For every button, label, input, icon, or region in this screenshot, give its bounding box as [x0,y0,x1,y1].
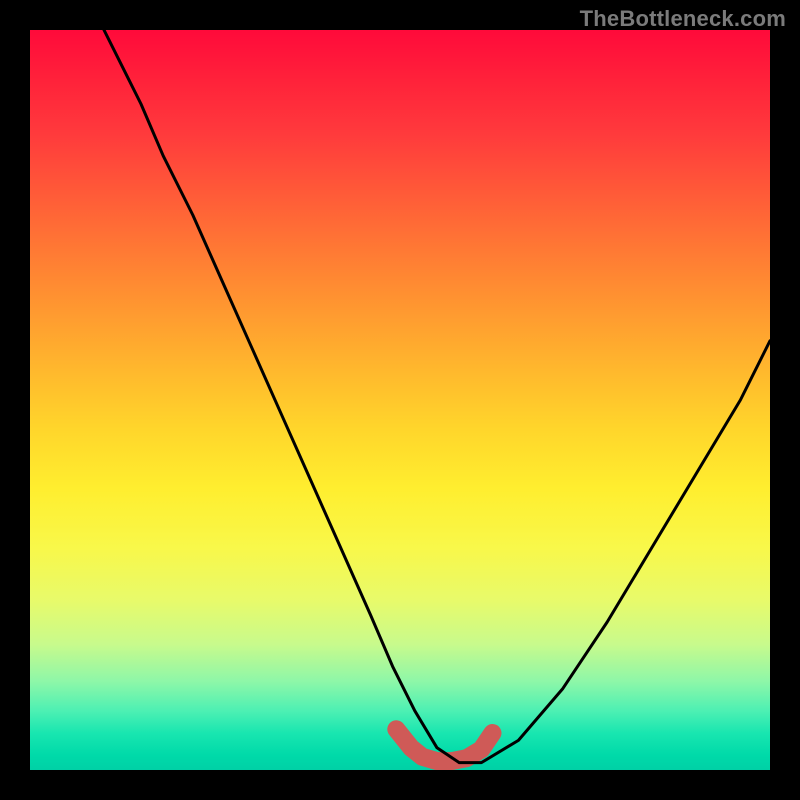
valley-marker [396,729,492,761]
chart-frame: TheBottleneck.com [0,0,800,800]
marker-layer [396,729,492,761]
bottleneck-curve [104,30,770,763]
plot-area [30,30,770,770]
curve-svg [30,30,770,770]
curve-layer [104,30,770,763]
watermark-text: TheBottleneck.com [580,6,786,32]
